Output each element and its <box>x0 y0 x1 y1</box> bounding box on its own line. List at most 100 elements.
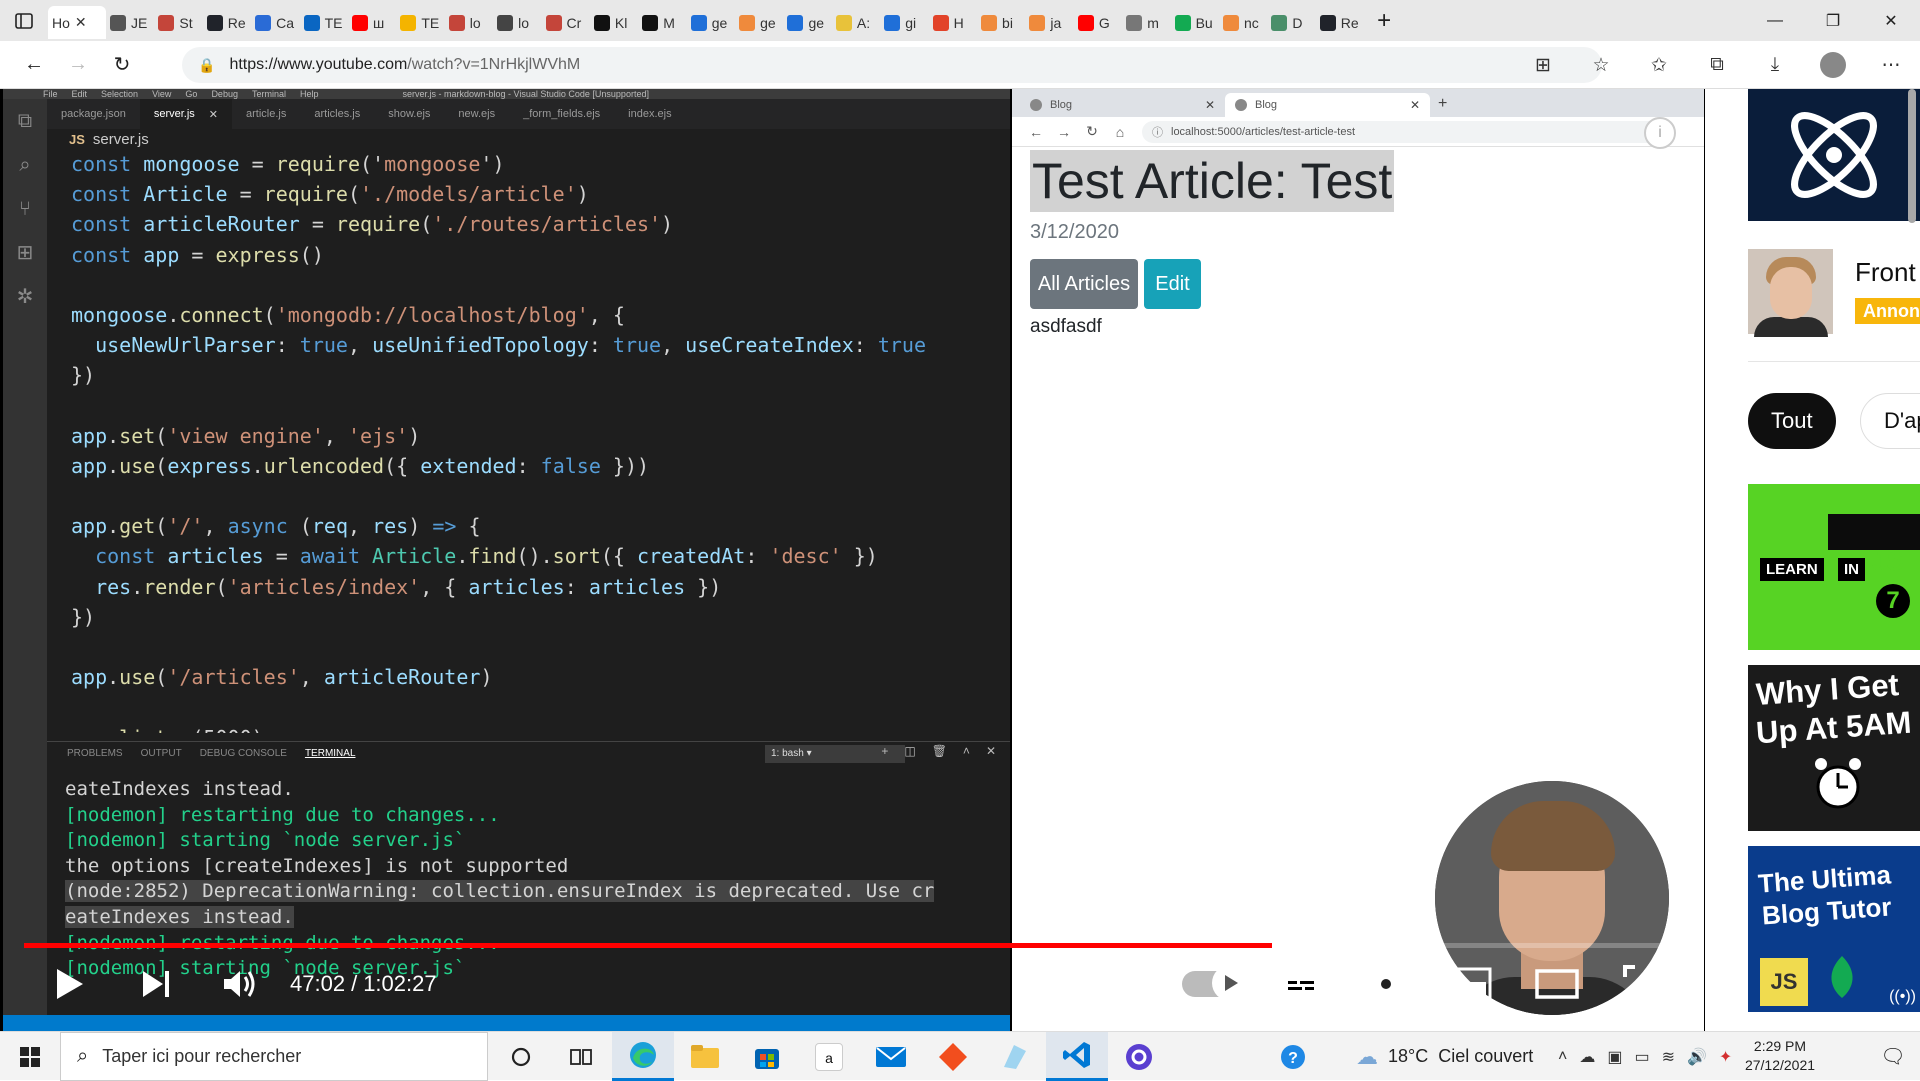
browser-tab[interactable]: ge <box>687 6 735 39</box>
network-display-icon[interactable]: ▣ <box>1607 1047 1622 1067</box>
browser-tab[interactable]: lo <box>493 6 541 39</box>
video-thumbnail-blog[interactable]: The Ultima Blog Tutor JS ((•)) <box>1748 846 1920 1012</box>
app-icon <box>110 14 126 31</box>
vscode-menu-item: Debug <box>211 89 238 99</box>
collections-icon[interactable]: ⧉ <box>1688 43 1746 87</box>
filter-chip-related[interactable]: D'ap <box>1860 393 1920 449</box>
profile-avatar[interactable] <box>1804 43 1862 87</box>
video-player[interactable]: File Edit Selection View Go Debug Terminal Help… <box>0 89 1705 1031</box>
browser-tab[interactable]: ш <box>348 6 396 39</box>
volume-icon[interactable] <box>214 951 266 1017</box>
browser-tab[interactable]: ge <box>783 6 831 39</box>
autoplay-toggle[interactable] <box>1178 951 1248 1017</box>
figma-like-app-icon[interactable] <box>922 1032 984 1081</box>
close-window-icon[interactable]: ✕ <box>1862 0 1920 41</box>
vscode-title: server.js - markdown-blog - Visual Studi… <box>402 89 649 99</box>
browser-tab[interactable]: Kl <box>590 6 638 39</box>
browser-tab[interactable]: Cr <box>542 6 590 39</box>
taskbar-search-input[interactable]: ⌕ Taper ici pour rechercher <box>60 1032 488 1081</box>
browser-tab[interactable]: M <box>638 6 686 39</box>
extensions-icon: ⊞ <box>16 242 34 264</box>
browser-tab[interactable]: ge <box>735 6 783 39</box>
battery-icon[interactable]: ▭ <box>1634 1047 1649 1067</box>
address-bar[interactable]: 🔒 https://www.youtube.com/watch?v=1NrHkj… <box>182 47 1602 83</box>
fullscreen-icon[interactable] <box>1614 951 1670 1017</box>
browser-tab[interactable]: A: <box>832 6 880 39</box>
settings-gear-icon[interactable] <box>1358 951 1414 1017</box>
minimize-icon[interactable]: ― <box>1746 0 1804 41</box>
tab-title: Kl <box>614 14 628 31</box>
browser-tab[interactable]: D <box>1267 6 1315 39</box>
browser-tab-active[interactable]: Ho ✕ <box>48 6 106 39</box>
file-explorer-icon[interactable] <box>674 1032 736 1081</box>
globe-icon <box>1235 99 1247 111</box>
browser-tab[interactable]: TE <box>396 6 444 39</box>
video-info-icon[interactable]: i <box>1644 117 1676 149</box>
code-token: require <box>335 212 421 237</box>
browser-tab[interactable]: H <box>929 6 977 39</box>
browser-tab[interactable]: Re <box>203 6 251 39</box>
new-tab-button[interactable]: + <box>1364 0 1404 41</box>
code-token: const <box>71 242 144 267</box>
ms-store-icon[interactable] <box>736 1032 798 1081</box>
notifications-icon[interactable]: 🗨 <box>1866 1032 1920 1081</box>
channel-avatar[interactable] <box>1748 249 1833 337</box>
theater-mode-icon[interactable] <box>1528 951 1586 1017</box>
video-thumbnail-5am[interactable]: Why I Get Up At 5AM <box>1748 665 1920 831</box>
windows-start-icon[interactable] <box>0 1032 60 1081</box>
onedrive-icon[interactable]: ☁ <box>1579 1047 1595 1067</box>
video-thumbnail-node[interactable]: LEARN IN JS 7 <box>1748 484 1920 650</box>
browser-tab[interactable]: nc <box>1219 6 1267 39</box>
cortana-icon[interactable] <box>490 1032 552 1081</box>
add-favorite-icon[interactable]: ☆ <box>1572 43 1630 87</box>
subtitles-icon[interactable] <box>1272 951 1330 1017</box>
browser-tab[interactable]: lo <box>445 6 493 39</box>
back-icon[interactable]: ← <box>12 43 56 87</box>
miniplayer-icon[interactable] <box>1442 951 1500 1017</box>
video-progress-bar[interactable] <box>24 943 1681 948</box>
browser-tab[interactable]: G <box>1074 6 1122 39</box>
browser-tab[interactable]: bi <box>977 6 1025 39</box>
close-tab-icon[interactable]: ✕ <box>75 14 87 31</box>
browser-tab[interactable]: Re <box>1316 6 1364 39</box>
ad-thumbnail[interactable] <box>1748 89 1920 221</box>
browser-tab[interactable]: JE <box>106 6 154 39</box>
browser-tab[interactable]: ja <box>1025 6 1073 39</box>
browser-tab[interactable]: TE <box>300 6 348 39</box>
browser-tab[interactable]: Bu <box>1171 6 1219 39</box>
article-title: Test Article: Test <box>1030 150 1395 212</box>
task-view-icon[interactable] <box>550 1032 612 1081</box>
help-icon[interactable]: ? <box>1262 1032 1324 1081</box>
apps-icon[interactable]: ⊞ <box>1514 43 1572 87</box>
ad-title[interactable]: Front <box>1855 257 1916 288</box>
taskbar-clock[interactable]: 2:29 PM 27/12/2021 <box>1730 1037 1830 1075</box>
speaker-icon[interactable]: 🔊 <box>1687 1047 1707 1067</box>
forward-icon[interactable]: → <box>56 43 100 87</box>
vscode-menu-item: View <box>152 89 172 99</box>
sidebar-scrollbar[interactable] <box>1908 89 1916 223</box>
mail-icon[interactable] <box>860 1032 922 1081</box>
filter-chip-all[interactable]: Tout <box>1748 393 1836 449</box>
tab-title: St <box>179 14 193 31</box>
weather-widget[interactable]: ☁ 18°C Ciel couvert <box>1356 1032 1533 1081</box>
app-icon[interactable] <box>984 1032 1046 1081</box>
browser-tab[interactable]: m <box>1122 6 1170 39</box>
favorites-icon[interactable]: ✩ <box>1630 43 1688 87</box>
restore-icon[interactable]: ❐ <box>1804 0 1862 41</box>
reload-icon[interactable]: ↻ <box>100 43 144 87</box>
browser-tab[interactable]: St <box>154 6 202 39</box>
wifi-icon[interactable]: ≋ <box>1662 1047 1675 1067</box>
more-menu-icon[interactable]: ⋯ <box>1862 43 1920 87</box>
url-host: https://www.youtube.com <box>229 56 408 73</box>
tab-actions-icon[interactable] <box>0 0 48 41</box>
browser-tab[interactable]: Ca <box>251 6 299 39</box>
browser-tab[interactable]: gi <box>880 6 928 39</box>
play-icon[interactable] <box>44 951 96 1017</box>
gear-app-icon[interactable] <box>1108 1032 1170 1081</box>
next-icon[interactable] <box>130 951 182 1017</box>
edge-taskbar-icon[interactable] <box>612 1032 674 1081</box>
chevron-up-icon[interactable]: ˄ <box>1558 1048 1567 1066</box>
downloads-icon[interactable]: ⤓ <box>1746 43 1804 87</box>
vscode-taskbar-icon[interactable] <box>1046 1032 1108 1081</box>
amazon-icon[interactable]: a <box>798 1032 860 1081</box>
